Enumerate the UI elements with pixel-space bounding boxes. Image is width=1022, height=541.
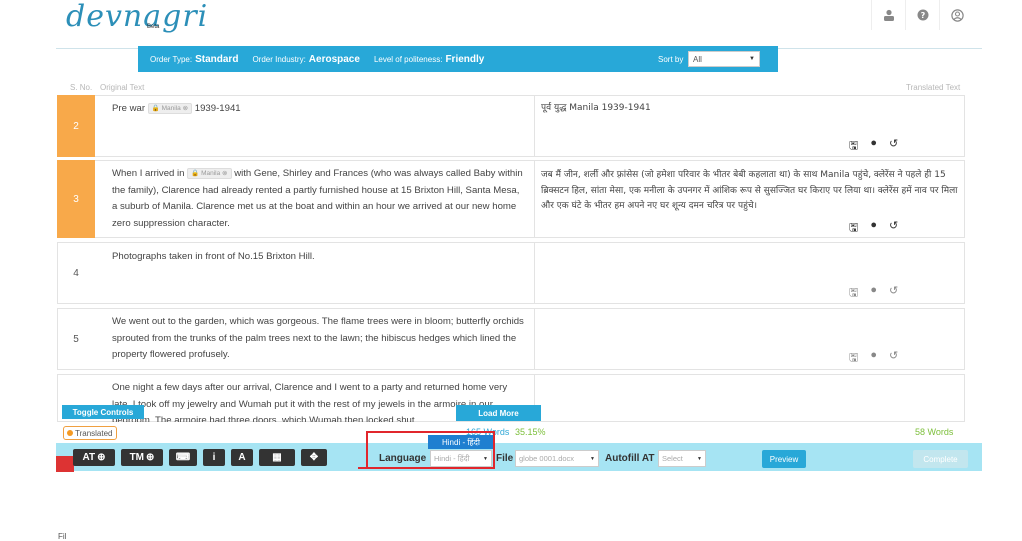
- file-select[interactable]: globe 0001.docx ▼: [515, 450, 599, 467]
- translation-text[interactable]: पूर्व युद्ध Manila 1939-1941: [541, 101, 961, 117]
- at-button[interactable]: AT ⊕: [73, 449, 115, 466]
- history-icon[interactable]: ↺: [889, 349, 898, 368]
- svg-text:?: ?: [921, 11, 926, 20]
- load-more-button[interactable]: Load More: [456, 405, 541, 421]
- col-translated: Translated Text: [906, 83, 961, 92]
- user-icon: [884, 9, 894, 21]
- segment-number: 4: [73, 267, 79, 279]
- highlight-underline: [358, 467, 494, 469]
- order-industry-label: Order Industry:: [252, 54, 306, 64]
- font-icon: A: [238, 452, 246, 463]
- source-text: We went out to the garden, which was gor…: [112, 316, 524, 360]
- preview-button[interactable]: Preview: [762, 450, 806, 468]
- toggle-controls-button[interactable]: Toggle Controls: [62, 405, 144, 419]
- autofill-label: Autofill AT: [605, 453, 655, 464]
- beta-label: Beta: [147, 24, 160, 30]
- comment-icon[interactable]: ●: [870, 137, 877, 156]
- caret-down-icon: ▼: [749, 56, 755, 62]
- keyboard-icon: ⌨: [175, 452, 191, 463]
- footer-text: Fil: [58, 532, 67, 541]
- save-icon[interactable]: 🖫: [849, 137, 858, 156]
- order-type-label: Order Type:: [150, 54, 193, 64]
- autofill-select[interactable]: Select ▼: [658, 450, 706, 467]
- history-icon[interactable]: ↺: [889, 137, 898, 156]
- status-dot: [67, 430, 73, 436]
- comment-icon[interactable]: ●: [870, 219, 877, 238]
- caret-down-icon: ▼: [697, 455, 702, 462]
- segment-number: 2: [57, 95, 95, 157]
- file-label: File: [496, 453, 514, 464]
- plus-circle-icon: ⊕: [146, 452, 155, 463]
- history-icon[interactable]: ↺: [889, 284, 898, 303]
- placeholder-tag[interactable]: 🔒 Manila ⊗: [147, 102, 193, 114]
- row-divider: [534, 160, 535, 238]
- info-icon: i: [212, 452, 216, 463]
- save-icon[interactable]: 🖫: [849, 284, 858, 303]
- row-actions: 🖫 ● ↺: [849, 284, 898, 303]
- row-actions: 🖫 ● ↺: [849, 137, 898, 156]
- politeness-label: Level of politeness:: [373, 54, 443, 64]
- row-divider: [534, 95, 535, 157]
- col-sno: S. No.: [70, 83, 93, 92]
- order-industry-value: Aerospace: [308, 53, 360, 65]
- move-icon: ✥: [309, 452, 319, 463]
- source-text: When I arrived in 🔒 Manila ⊗ with Gene, …: [112, 167, 523, 229]
- account-button[interactable]: [939, 0, 974, 30]
- translated-badge: Translated: [63, 426, 117, 440]
- font-button[interactable]: A: [231, 449, 253, 466]
- row-divider: [534, 242, 535, 304]
- flag-icon: [56, 456, 74, 472]
- account-icon: [950, 8, 964, 22]
- layout-button[interactable]: ▦: [259, 449, 295, 466]
- order-type-value: Standard: [195, 53, 239, 65]
- history-icon[interactable]: ↺: [889, 219, 898, 238]
- translation-text[interactable]: जब मैं जीन, शर्ली और फ़्रांसेस (जो हमेशा…: [541, 168, 959, 215]
- sort-value: All: [693, 54, 702, 64]
- comment-icon[interactable]: ●: [870, 284, 877, 303]
- save-icon[interactable]: 🖫: [849, 219, 858, 238]
- row-actions: 🖫 ● ↺: [849, 219, 898, 238]
- percent-complete: 35.15%: [515, 427, 546, 437]
- help-button[interactable]: ?: [905, 0, 940, 30]
- move-button[interactable]: ✥: [301, 449, 327, 466]
- segment-number: 3: [57, 160, 95, 238]
- col-original: Original Text: [100, 83, 145, 92]
- keyboard-button[interactable]: ⌨: [169, 449, 197, 466]
- tm-button[interactable]: TM ⊕: [121, 449, 163, 466]
- caret-down-icon: ▼: [590, 455, 595, 462]
- complete-button[interactable]: Complete: [913, 450, 968, 468]
- words-done: 58 Words: [915, 427, 954, 437]
- plus-circle-icon: ⊕: [97, 452, 106, 463]
- row-actions: 🖫 ● ↺: [849, 349, 898, 368]
- comment-icon[interactable]: ●: [870, 349, 877, 368]
- info-button[interactable]: i: [203, 449, 225, 466]
- app-logo[interactable]: devnagri: [66, 0, 208, 34]
- sort-label: Sort by: [658, 55, 684, 64]
- grid-icon: ▦: [272, 452, 282, 463]
- user-button[interactable]: [871, 0, 906, 30]
- source-text: Pre war 🔒 Manila ⊗ 1939-1941: [112, 102, 241, 114]
- sort-select[interactable]: All ▼: [688, 51, 760, 67]
- politeness-value: Friendly: [445, 53, 485, 65]
- segment-number: 5: [73, 333, 79, 345]
- help-icon: ?: [917, 9, 929, 21]
- row-divider: [534, 308, 535, 370]
- highlight-box: [366, 431, 495, 469]
- save-icon[interactable]: 🖫: [849, 349, 858, 368]
- placeholder-tag[interactable]: 🔒 Manila ⊗: [187, 167, 232, 179]
- source-text: Photographs taken in front of No.15 Brix…: [112, 251, 315, 262]
